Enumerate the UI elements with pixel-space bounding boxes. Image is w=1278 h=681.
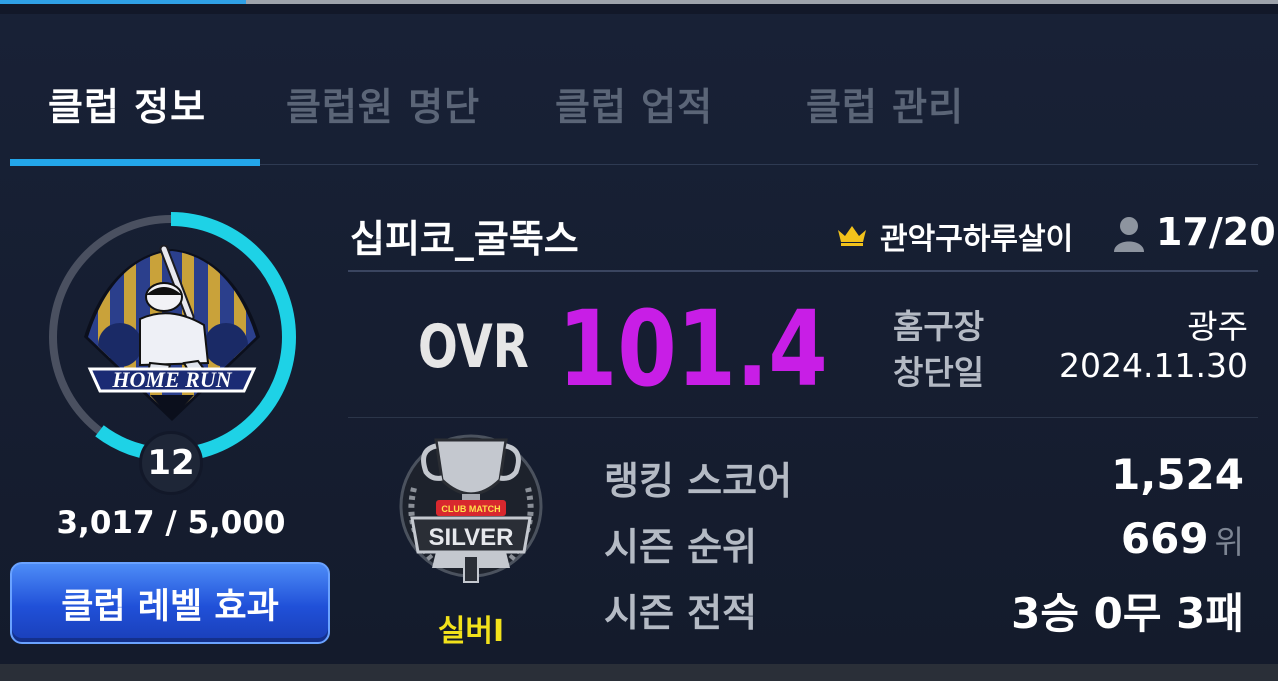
- bottom-bar: [0, 664, 1278, 681]
- club-level-effect-button[interactable]: 클럽 레벨 효과: [10, 562, 330, 644]
- founded-date-value: 2024.11.30: [1059, 346, 1248, 385]
- tab-club-management[interactable]: 클럽 관리: [806, 76, 964, 131]
- section-divider: [348, 417, 1258, 418]
- ranking-score-value: 1,524: [1111, 450, 1244, 499]
- club-owner-name[interactable]: 관악구하루살이: [880, 214, 1073, 258]
- tab-club-info[interactable]: 클럽 정보: [48, 76, 206, 131]
- tab-bar: 클럽 정보 클럽원 명단 클럽 업적 클럽 관리: [10, 70, 1258, 166]
- header-divider: [348, 270, 1258, 272]
- member-count: 17/20: [1156, 210, 1276, 254]
- svg-text:SILVER: SILVER: [429, 524, 514, 551]
- season-rank-label: 시즌 순위: [604, 525, 758, 569]
- ovr-value: 101.4: [558, 288, 828, 410]
- season-rank-unit: 위: [1214, 523, 1244, 561]
- tab-club-members[interactable]: 클럽원 명단: [286, 76, 480, 131]
- season-record-value: 3승 0무 3패: [1011, 589, 1244, 638]
- top-strip-accent: [0, 0, 246, 4]
- silver-trophy-emblem: CLUB MATCH SILVER: [399, 434, 543, 583]
- home-stadium-value: 광주: [1187, 307, 1248, 346]
- home-stadium-label: 홈구장: [893, 307, 985, 346]
- ranking-score-label: 랭킹 스코어: [604, 459, 793, 503]
- member-icon: [1114, 217, 1144, 252]
- club-exp-text: 3,017 / 5,000: [56, 505, 286, 541]
- tab-club-achievements[interactable]: 클럽 업적: [555, 76, 713, 131]
- season-record-label: 시즌 전적: [604, 591, 758, 635]
- club-name: 십피코_굴뚝스: [350, 217, 579, 261]
- founded-date-label: 창단일: [893, 353, 985, 392]
- crown-icon: [838, 226, 866, 246]
- club-level-badge: 12: [139, 431, 203, 495]
- home-run-emblem: HOME RUN: [84, 245, 260, 421]
- season-rank-value-wrap: 669 위: [1121, 514, 1244, 563]
- ovr-label: OVR: [418, 312, 529, 382]
- svg-text:CLUB MATCH: CLUB MATCH: [441, 504, 500, 514]
- season-rank-value: 669: [1120, 514, 1209, 563]
- tier-label: 실버I: [437, 614, 505, 649]
- svg-text:HOME RUN: HOME RUN: [111, 367, 232, 392]
- active-tab-indicator: [10, 159, 260, 166]
